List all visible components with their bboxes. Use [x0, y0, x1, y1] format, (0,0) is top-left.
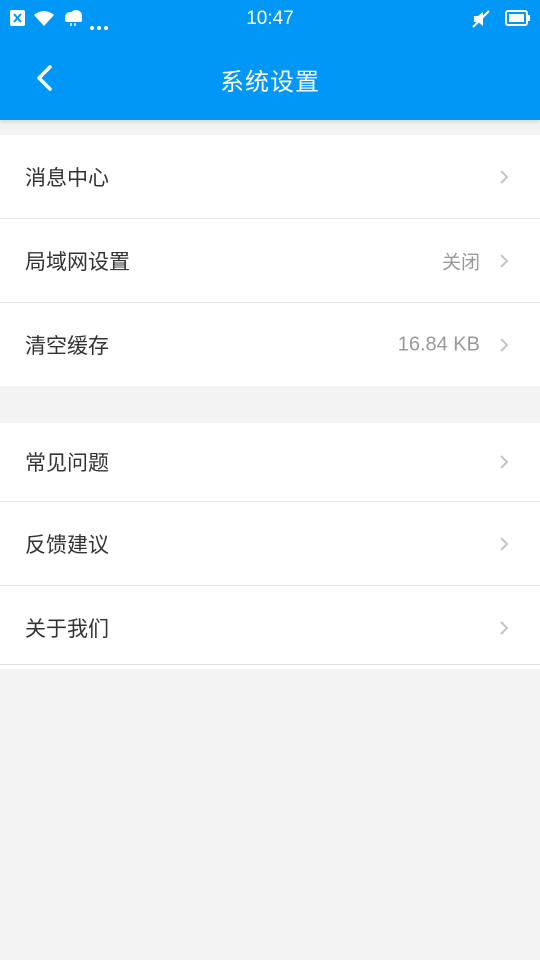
divider: [0, 664, 540, 665]
menu-item-message-center[interactable]: 消息中心: [0, 135, 540, 219]
chevron-right-icon: [500, 253, 509, 268]
menu-item-faq[interactable]: 常见问题: [0, 423, 540, 502]
status-bar: 10:47: [0, 0, 540, 38]
settings-group-1: 消息中心 局域网设置 关闭 清空缓存 16.84 KB: [0, 135, 540, 386]
menu-item-lan-settings[interactable]: 局域网设置 关闭: [0, 219, 540, 303]
menu-item-value: 关闭: [441, 251, 480, 273]
menu-item-label: 清空缓存: [25, 333, 109, 358]
menu-item-label: 消息中心: [25, 165, 109, 190]
chevron-right-icon: [500, 337, 509, 352]
menu-item-label: 关于我们: [25, 616, 109, 641]
menu-item-feedback[interactable]: 反馈建议: [0, 502, 540, 586]
menu-item-value: 16.84 KB: [397, 333, 480, 355]
menu-item-label: 常见问题: [25, 451, 109, 475]
chevron-right-icon: [500, 169, 509, 184]
menu-item-clear-cache[interactable]: 清空缓存 16.84 KB: [0, 303, 540, 386]
mute-icon: [471, 9, 491, 33]
app-header: 系统设置: [0, 38, 540, 120]
settings-group-2: 常见问题 反馈建议 关于我们: [0, 423, 540, 669]
menu-item-about-us[interactable]: 关于我们: [0, 586, 540, 669]
chevron-right-icon: [500, 620, 509, 635]
chevron-right-icon: [500, 536, 509, 551]
page-title: 系统设置: [220, 68, 320, 96]
chevron-right-icon: [500, 455, 509, 469]
status-time: 10:47: [246, 8, 294, 29]
menu-item-label: 反馈建议: [25, 532, 109, 557]
menu-item-label: 局域网设置: [25, 249, 130, 274]
battery-icon: [505, 10, 531, 30]
